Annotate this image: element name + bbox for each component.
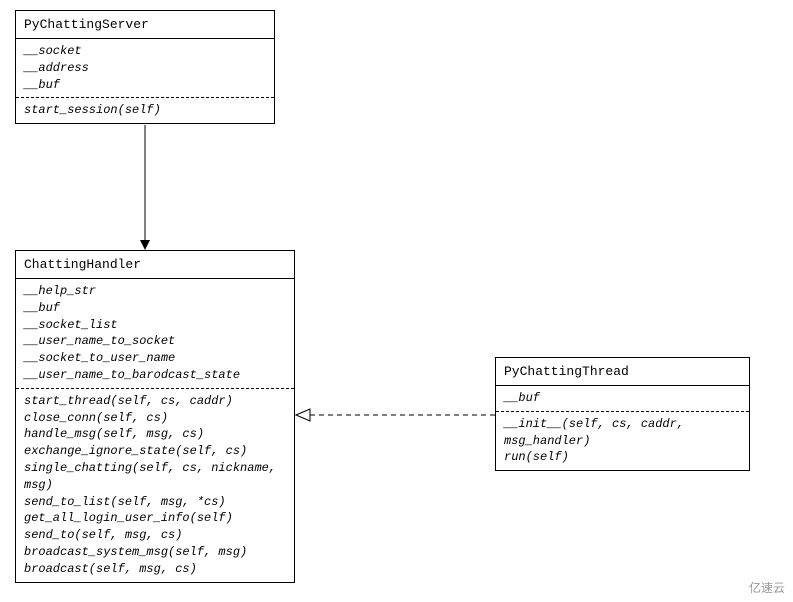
class-chattinghandler: ChattingHandler __help_str __buf __socke…: [15, 250, 295, 583]
class-attrs: __buf: [496, 386, 749, 412]
class-pychattingthread: PyChattingThread __buf __init__(self, cs…: [495, 357, 750, 471]
class-name: PyChattingServer: [16, 11, 274, 39]
method: exchange_ignore_state(self, cs): [24, 443, 286, 460]
class-methods: __init__(self, cs, caddr, msg_handler) r…: [496, 412, 749, 470]
attr: __socket_list: [24, 317, 286, 334]
method: get_all_login_user_info(self): [24, 510, 286, 527]
attr: __buf: [504, 390, 741, 407]
method: send_to(self, msg, cs): [24, 527, 286, 544]
method: broadcast_system_msg(self, msg): [24, 544, 286, 561]
class-name: ChattingHandler: [16, 251, 294, 279]
attr: __help_str: [24, 283, 286, 300]
attr: __user_name_to_barodcast_state: [24, 367, 286, 384]
attr: __buf: [24, 300, 286, 317]
class-pychattingserver: PyChattingServer __socket __address __bu…: [15, 10, 275, 124]
class-attrs: __help_str __buf __socket_list __user_na…: [16, 279, 294, 389]
method: close_conn(self, cs): [24, 410, 286, 427]
attr: __buf: [24, 77, 266, 94]
class-methods: start_session(self): [16, 98, 274, 123]
method: single_chatting(self, cs, nickname, msg): [24, 460, 286, 494]
method: handle_msg(self, msg, cs): [24, 426, 286, 443]
class-name: PyChattingThread: [496, 358, 749, 386]
arrowhead-icon: [140, 240, 150, 250]
attr: __socket: [24, 43, 266, 60]
method: run(self): [504, 449, 741, 466]
attr: __address: [24, 60, 266, 77]
watermark: 亿速云: [749, 579, 785, 596]
method: broadcast(self, msg, cs): [24, 561, 286, 578]
open-arrowhead-icon: [296, 409, 310, 421]
class-attrs: __socket __address __buf: [16, 39, 274, 98]
method: start_thread(self, cs, caddr): [24, 393, 286, 410]
method: send_to_list(self, msg, *cs): [24, 494, 286, 511]
method: __init__(self, cs, caddr, msg_handler): [504, 416, 741, 450]
class-methods: start_thread(self, cs, caddr) close_conn…: [16, 389, 294, 582]
method: start_session(self): [24, 102, 266, 119]
attr: __user_name_to_socket: [24, 333, 286, 350]
attr: __socket_to_user_name: [24, 350, 286, 367]
